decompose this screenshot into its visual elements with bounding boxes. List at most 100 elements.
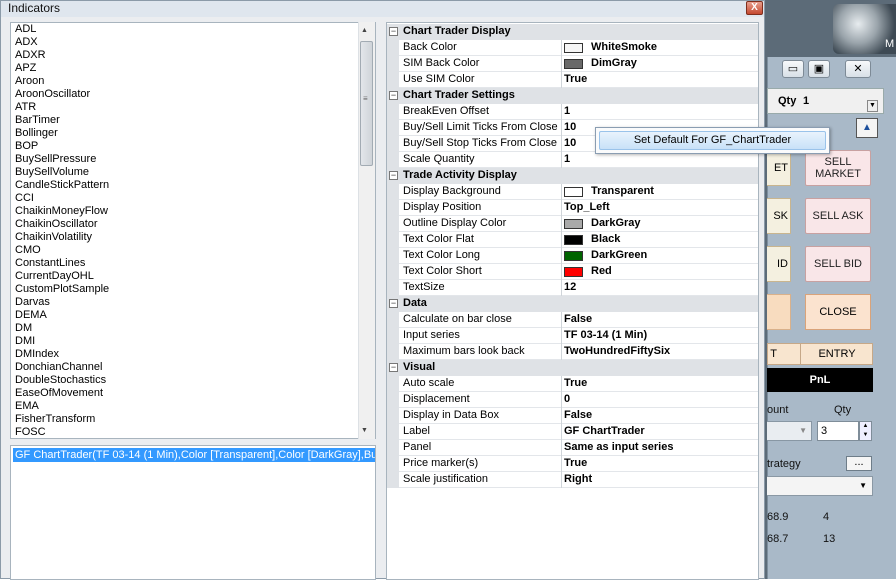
indicator-list-item[interactable]: DMIndex xyxy=(11,348,375,361)
indicator-list-item[interactable]: CCI xyxy=(11,192,375,205)
property-value[interactable]: 10 xyxy=(564,137,576,149)
strategy-browse-button[interactable]: ... xyxy=(846,456,872,471)
dialog-close-button[interactable]: X xyxy=(746,1,763,15)
property-category[interactable]: − Chart Trader Display xyxy=(387,24,758,40)
property-row[interactable]: Calculate on bar close False xyxy=(387,312,758,328)
indicator-list-item[interactable]: FisherTransform xyxy=(11,413,375,426)
indicator-list-item[interactable]: BOP xyxy=(11,140,375,153)
qty-value[interactable]: 1 xyxy=(803,95,809,107)
collapse-button[interactable]: ▲ xyxy=(856,118,878,138)
indicator-list-item[interactable]: APZ xyxy=(11,62,375,75)
buy-bid-button[interactable]: ID xyxy=(767,246,791,282)
property-row[interactable]: Displacement 0 xyxy=(387,392,758,408)
indicator-list-item[interactable]: DonchianChannel xyxy=(11,361,375,374)
property-category[interactable]: − Chart Trader Settings xyxy=(387,88,758,104)
strategy-dropdown[interactable]: ▼ xyxy=(767,476,873,496)
property-row[interactable]: Use SIM Color True xyxy=(387,72,758,88)
property-value[interactable]: 10 xyxy=(564,121,576,133)
property-category[interactable]: − Trade Activity Display xyxy=(387,168,758,184)
indicator-list-item[interactable]: CurrentDayOHL xyxy=(11,270,375,283)
indicator-list-item[interactable]: ATR xyxy=(11,101,375,114)
reverse-button[interactable] xyxy=(767,294,791,330)
property-grid[interactable]: − Chart Trader Display Back Color WhiteSmok… xyxy=(386,22,759,580)
collapse-icon[interactable]: − xyxy=(389,91,398,100)
property-row[interactable]: Maximum bars look back TwoHundredFiftySix xyxy=(387,344,758,360)
property-value[interactable]: Same as input series xyxy=(564,441,673,453)
property-value[interactable]: False xyxy=(564,409,592,421)
indicator-list-item[interactable]: BuySellVolume xyxy=(11,166,375,179)
indicator-list-item[interactable]: FOSC xyxy=(11,426,375,438)
tab-exit[interactable]: T xyxy=(767,348,777,360)
scrollbar-thumb[interactable] xyxy=(360,41,373,166)
property-row[interactable]: Panel Same as input series xyxy=(387,440,758,456)
minimize-button[interactable]: ▭ xyxy=(782,60,804,78)
property-value[interactable]: GF ChartTrader xyxy=(564,425,645,437)
property-value[interactable]: Red xyxy=(591,265,612,277)
property-value[interactable]: WhiteSmoke xyxy=(591,41,657,53)
indicator-list-item[interactable]: ChaikinOscillator xyxy=(11,218,375,231)
sell-ask-button[interactable]: SELL ASK xyxy=(805,198,871,234)
property-row[interactable]: Scale justification Right xyxy=(387,472,758,488)
indicator-list-item[interactable]: DMI xyxy=(11,335,375,348)
quantity-stepper[interactable]: ▲ ▼ xyxy=(859,421,872,441)
property-row[interactable]: Text Color Short Red xyxy=(387,264,758,280)
property-row[interactable]: TextSize 12 xyxy=(387,280,758,296)
property-row[interactable]: Auto scale True xyxy=(387,376,758,392)
buy-market-button[interactable]: ET xyxy=(767,150,791,186)
collapse-icon[interactable]: − xyxy=(389,299,398,308)
sell-market-button[interactable]: SELL MARKET xyxy=(805,150,871,186)
property-row[interactable]: Text Color Long DarkGreen xyxy=(387,248,758,264)
indicator-list-item[interactable]: ChaikinVolatility xyxy=(11,231,375,244)
property-row[interactable]: Outline Display Color DarkGray xyxy=(387,216,758,232)
indicator-list-item[interactable]: BarTimer xyxy=(11,114,375,127)
property-value[interactable]: Right xyxy=(564,473,592,485)
property-row[interactable]: Display Background Transparent xyxy=(387,184,758,200)
property-category[interactable]: − Visual xyxy=(387,360,758,376)
indicator-list-item[interactable]: CandleStickPattern xyxy=(11,179,375,192)
tab-entry[interactable]: ENTRY xyxy=(800,343,873,365)
indicator-list-item[interactable]: CustomPlotSample xyxy=(11,283,375,296)
quantity-input[interactable]: 3 xyxy=(817,421,859,441)
indicator-list-item[interactable]: ADXR xyxy=(11,49,375,62)
scroll-down-icon[interactable]: ▼ xyxy=(361,427,368,434)
indicator-list[interactable]: ADL ADX ADXR APZ Aroon AroonOscillator ATR BarT… xyxy=(10,22,376,439)
property-value[interactable]: Top_Left xyxy=(564,201,610,213)
indicator-list-item[interactable]: DEMA xyxy=(11,309,375,322)
indicator-list-item[interactable]: Darvas xyxy=(11,296,375,309)
indicator-list-item[interactable]: AroonOscillator xyxy=(11,88,375,101)
property-row[interactable]: BreakEven Offset 1 xyxy=(387,104,758,120)
property-value[interactable]: 1 xyxy=(564,105,570,117)
scroll-up-icon[interactable]: ▲ xyxy=(361,27,368,34)
indicator-list-item[interactable]: EaseOfMovement xyxy=(11,387,375,400)
property-value[interactable]: TF 03-14 (1 Min) xyxy=(564,329,647,341)
indicator-list-item[interactable]: DM xyxy=(11,322,375,335)
indicator-list-item[interactable]: Bollinger xyxy=(11,127,375,140)
indicator-list-item[interactable]: Aroon xyxy=(11,75,375,88)
property-row[interactable]: SIM Back Color DimGray xyxy=(387,56,758,72)
property-row[interactable]: Price marker(s) True xyxy=(387,456,758,472)
sell-bid-button[interactable]: SELL BID xyxy=(805,246,871,282)
account-dropdown[interactable]: ▼ xyxy=(767,421,812,441)
indicator-list-item[interactable]: ADX xyxy=(11,36,375,49)
property-value[interactable]: True xyxy=(564,73,587,85)
property-value[interactable]: 12 xyxy=(564,281,576,293)
property-value[interactable]: TwoHundredFiftySix xyxy=(564,345,670,357)
maximize-button[interactable]: ▣ xyxy=(808,60,830,78)
property-row[interactable]: Label GF ChartTrader xyxy=(387,424,758,440)
window-close-button[interactable]: ✕ xyxy=(845,60,871,78)
property-value[interactable]: 1 xyxy=(564,153,570,165)
property-row[interactable]: Scale Quantity 1 xyxy=(387,152,758,168)
property-value[interactable]: DarkGreen xyxy=(591,249,647,261)
property-category[interactable]: − Data xyxy=(387,296,758,312)
indicator-list-item[interactable]: EMA xyxy=(11,400,375,413)
indicator-list-item[interactable]: ChaikinMoneyFlow xyxy=(11,205,375,218)
buy-ask-button[interactable]: SK xyxy=(767,198,791,234)
property-value[interactable]: DarkGray xyxy=(591,217,641,229)
indicator-list-item[interactable]: ADL xyxy=(11,23,375,36)
collapse-icon[interactable]: − xyxy=(389,27,398,36)
property-value[interactable]: True xyxy=(564,377,587,389)
property-value[interactable]: DimGray xyxy=(591,57,637,69)
indicator-list-item[interactable]: CMO xyxy=(11,244,375,257)
indicator-list-item[interactable]: BuySellPressure xyxy=(11,153,375,166)
property-value[interactable]: 0 xyxy=(564,393,570,405)
